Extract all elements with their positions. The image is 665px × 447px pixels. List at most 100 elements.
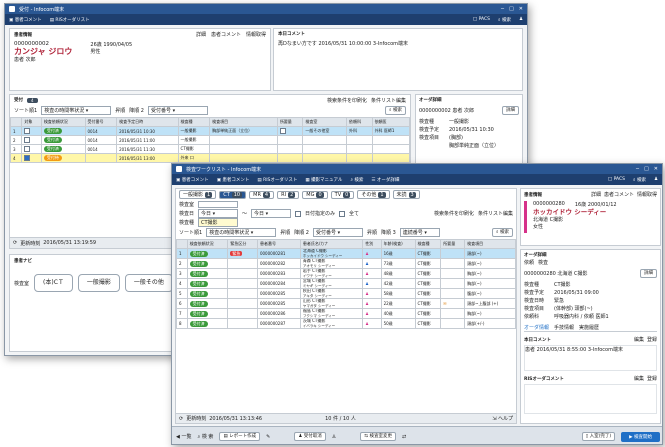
all-checkbox[interactable] <box>339 210 346 217</box>
table-row[interactable]: 6 受付済 0000000285 山形 CT撮影 ヤマガタ シーディー ♟ 22歳 CT撮影 ✉… <box>176 298 516 309</box>
row-checkbox-cell[interactable] <box>21 153 42 163</box>
sort2-desc[interactable]: 降順 2 <box>129 107 144 114</box>
column-header[interactable]: 緊急区分 <box>227 239 258 249</box>
order-detail-button[interactable]: 詳細 <box>640 269 657 278</box>
column-header[interactable] <box>9 117 23 127</box>
person-icon[interactable]: ♙ <box>332 434 336 440</box>
list-button[interactable]: ◀ 一覧 <box>176 433 191 440</box>
tab-patient-comment[interactable]: 患者コメント <box>604 191 634 198</box>
amount-checkbox[interactable] <box>279 128 286 134</box>
modality-tab[interactable]: その他 1 <box>357 190 390 199</box>
sort2-desc[interactable]: 降順 2 <box>294 229 309 236</box>
ris-register-link[interactable]: 登録 <box>647 375 657 382</box>
column-header[interactable] <box>176 239 188 249</box>
column-header[interactable]: 検査予定日時 <box>116 117 179 127</box>
order-detail-button[interactable]: 詳細 <box>502 106 519 115</box>
column-header[interactable]: 受付番号 <box>84 117 118 127</box>
maximize-icon[interactable]: □ <box>509 6 514 12</box>
print-conditions-link[interactable]: 検索条件を印刷化 <box>434 210 474 217</box>
column-header[interactable]: 所要量 <box>440 239 466 249</box>
column-header[interactable]: 検査依頼状況 <box>186 239 229 249</box>
sort2-asc[interactable]: 昇順 <box>115 107 125 114</box>
modality-tab[interactable]: TV 0 <box>330 190 355 199</box>
tab-exam[interactable]: 検査 <box>538 259 548 266</box>
maximize-icon[interactable]: □ <box>644 166 649 172</box>
condition-list-edit-link[interactable]: 条件リスト編集 <box>371 97 406 104</box>
column-header[interactable]: 検査種 <box>177 117 211 127</box>
print-conditions-link[interactable]: 検索条件を印刷化 <box>327 97 367 104</box>
modality-tab[interactable]: MG 0 <box>302 190 328 199</box>
minimize-icon[interactable]: ─ <box>636 166 639 172</box>
modality-tab[interactable]: 未読 3 <box>392 190 420 199</box>
modality-tab[interactable]: CT 10 <box>219 190 247 199</box>
tab-info-fetch[interactable]: 情報取得 <box>246 31 266 38</box>
tab-history[interactable]: 実施履歴 <box>579 324 599 331</box>
column-header[interactable]: 依頼医 <box>371 117 411 127</box>
table-row[interactable]: 1 受付済 緊急 0000000281 北海道 C撮影 ホッカイドウ シーディー ♟ 16歳 C… <box>176 248 516 259</box>
date-from-select[interactable]: 今日 ▾ <box>198 209 239 218</box>
worklist-search-button[interactable]: ⌕ 検索 <box>492 227 513 237</box>
toolbar-search[interactable]: ⌕ 検索 <box>350 177 363 183</box>
room-select[interactable] <box>198 201 239 208</box>
close-icon[interactable]: ✕ <box>654 166 658 172</box>
toolbar-pacs[interactable]: □ PACS <box>608 177 625 183</box>
table-row[interactable]: 7 受付済 0000000286 福島 CT撮影 フクシマ シーディー ♟ 40歳 CT撮影 胸… <box>176 308 516 319</box>
refresh-icon[interactable]: ⟳ <box>179 416 183 422</box>
sort3-select[interactable]: 受付番号 ▾ <box>147 105 208 115</box>
tab-procedure-info[interactable]: 手技情報 <box>554 324 574 331</box>
row-checkbox[interactable] <box>24 128 31 134</box>
row-checkbox-cell[interactable] <box>21 144 42 154</box>
tab-request[interactable]: 依頼 <box>524 259 534 266</box>
column-header[interactable]: 検査種 <box>414 239 442 249</box>
column-header[interactable]: 性別 <box>362 239 382 249</box>
table-row[interactable]: 2 受付済 0000000282 青森 CT撮影 アオモリ シーディー ♟ 73歳 CT撮影 頭… <box>176 258 516 269</box>
sort3-asc[interactable]: 昇順 <box>367 229 377 236</box>
change-room-button[interactable]: ⇆ 検査室変更 <box>360 432 396 441</box>
user-icon[interactable]: ♟ <box>654 177 658 183</box>
column-header[interactable]: 検査項目 <box>209 117 278 127</box>
sort2-asc[interactable]: 昇順 <box>280 229 290 236</box>
navi-room-ct-button[interactable]: (本)CＴ <box>34 274 73 292</box>
toolbar-patient-comment[interactable]: ▣ 患者コメント <box>9 17 42 23</box>
comment-register-link[interactable]: 登録 <box>647 336 657 343</box>
row-checkbox[interactable] <box>24 146 31 152</box>
column-header[interactable]: 対象 <box>21 117 42 127</box>
table-row[interactable]: 4 受付済 0000000284 宮城 CT撮影 ミヤギ シーディー ♟ 42歳 CT撮影 胸部… <box>176 278 516 289</box>
column-header[interactable]: 依頼科 <box>346 117 373 127</box>
refresh-icon[interactable]: ⟳ <box>13 240 17 246</box>
date-only-checkbox[interactable] <box>295 210 302 217</box>
column-header[interactable]: 所要量 <box>276 117 304 127</box>
toolbar-ris-orderlist[interactable]: ▤ RISオーダリスト <box>257 177 297 183</box>
date-to-select[interactable]: 今日 ▾ <box>251 209 292 218</box>
table-row[interactable]: 4 受付待 2016/05/31 13:00 外来 口 <box>9 153 411 163</box>
help-link[interactable]: ⇲ ヘルプ <box>492 415 513 422</box>
toolbar-ris-orderlist[interactable]: ▤ RISオーダリスト <box>50 17 90 23</box>
column-header[interactable]: 検査項目 <box>464 239 516 249</box>
toolbar-pacs[interactable]: □ PACS <box>473 17 490 23</box>
row-checkbox[interactable] <box>24 137 31 143</box>
navi-room-other-button[interactable]: 一般その他 <box>124 274 173 292</box>
row-checkbox-cell[interactable] <box>21 126 42 136</box>
sort1-select[interactable]: 検査の時間帯状況 ▾ <box>206 227 277 237</box>
modality-tab[interactable]: MR 4 <box>249 190 275 199</box>
report-create-button[interactable]: ▤ レポート作成 <box>219 432 261 441</box>
modality-tab[interactable]: 一般撮影 1 <box>179 190 217 199</box>
tab-patient-comment[interactable]: 患者コメント <box>211 31 241 38</box>
toolbar-search-right[interactable]: ⌕ 検索 <box>633 177 646 183</box>
tab-order-info[interactable]: オーダ情報 <box>524 324 549 331</box>
tab-detail[interactable]: 詳細 <box>196 31 206 38</box>
toolbar-patient-comment-2[interactable]: ▣ 患者コメント <box>217 177 250 183</box>
start-exam-button[interactable]: ▶ 検査開始 <box>621 431 660 442</box>
sort4-desc[interactable]: 降順 3 <box>381 229 396 236</box>
sort1-select[interactable]: 検査の時間帯状況 ▾ <box>41 105 112 115</box>
table-row[interactable]: 3 受付済 0000000283 岩手 CT撮影 イワテ シーディー ♟ 48歳 CT撮影 胸部… <box>176 268 516 279</box>
toolbar-order-detail[interactable]: ☰ オーダ詳細 <box>371 177 399 183</box>
sort4-select[interactable]: 連続番号 ▾ <box>399 227 440 237</box>
navi-room-general-button[interactable]: 一般撮影 <box>77 274 120 292</box>
cancel-reception-button[interactable]: ♟ 受付取消 <box>294 432 326 441</box>
memo-icon[interactable]: ✉ <box>443 301 446 306</box>
tab-info-fetch[interactable]: 情報取得 <box>637 191 657 198</box>
column-header[interactable]: 患者番号 <box>256 239 301 249</box>
modality-tab[interactable]: RI 2 <box>277 190 300 199</box>
edit-icon[interactable]: ✎ <box>266 434 270 440</box>
